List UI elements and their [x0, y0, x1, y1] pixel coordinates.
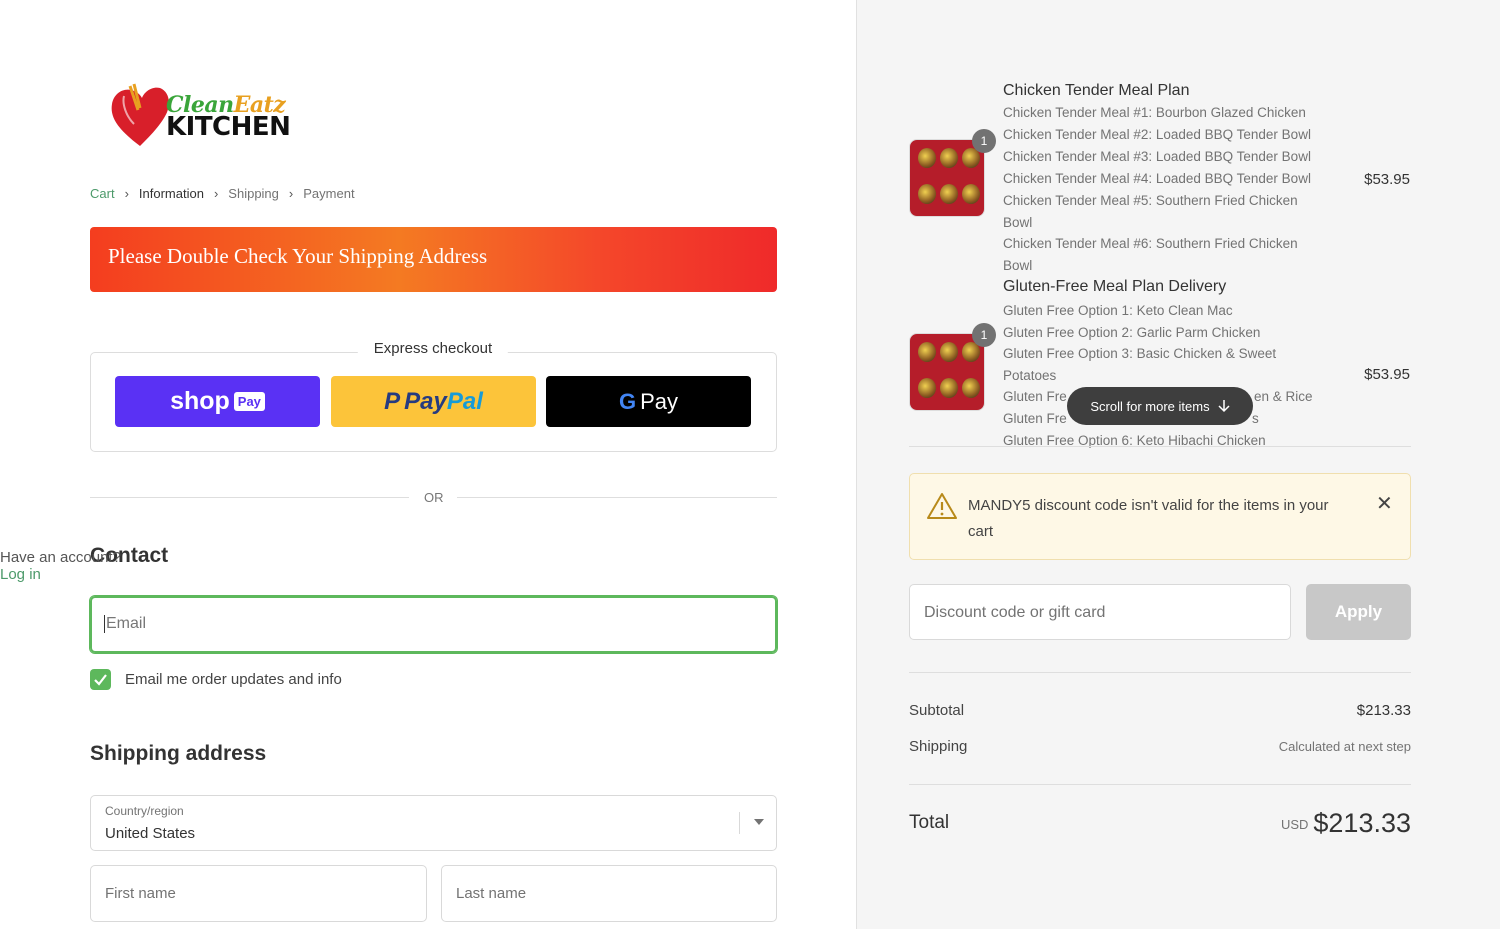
logo-text-bottom: KITCHEN: [166, 112, 291, 142]
divider: [909, 446, 1411, 447]
cart-item-option: s: [1252, 411, 1259, 426]
paypal-label-1: Pay: [404, 387, 447, 415]
email-placeholder: Email: [106, 615, 147, 633]
cart-item-option: Chicken Tender Meal #4: Loaded BBQ Tende…: [1003, 171, 1311, 186]
store-logo[interactable]: CleanEatz KITCHEN: [108, 80, 308, 152]
paypal-button[interactable]: P Pay Pal: [331, 376, 536, 427]
discount-error-alert: MANDY5 discount code isn't valid for the…: [909, 473, 1411, 560]
google-g-icon: G: [618, 388, 637, 414]
divider: [909, 784, 1411, 785]
google-pay-button[interactable]: G Pay: [546, 376, 751, 427]
chevron-right-icon: ›: [124, 186, 129, 201]
cart-item-option: Chicken Tender Meal #2: Loaded BBQ Tende…: [1003, 127, 1311, 142]
shop-pay-button[interactable]: shop Pay: [115, 376, 320, 427]
cart-item-option: Gluten Free Option 1: Keto Clean Mac: [1003, 303, 1233, 318]
total-value: $213.33: [1313, 808, 1411, 838]
cart-item-title: Gluten-Free Meal Plan Delivery: [1003, 278, 1227, 295]
apply-discount-button[interactable]: Apply: [1306, 584, 1411, 640]
cart-item-price: $53.95: [1364, 171, 1410, 188]
paypal-label-2: Pal: [446, 387, 483, 415]
subtotal-value: $213.33: [1356, 702, 1411, 719]
country-label: Country/region: [105, 804, 184, 818]
breadcrumb: Cart › Information › Shipping › Payment: [90, 186, 355, 201]
divider: [909, 672, 1411, 673]
cart-item-option: en & Rice: [1254, 389, 1313, 404]
discount-code-input[interactable]: Discount code or gift card: [909, 584, 1291, 640]
paypal-p-icon: P: [384, 387, 401, 415]
checkout-main: CleanEatz KITCHEN Cart › Information › S…: [0, 0, 856, 929]
warning-icon: [927, 493, 957, 519]
country-value: United States: [105, 825, 196, 842]
express-checkout-title: Express checkout: [357, 340, 509, 357]
checkmark-icon: [94, 674, 107, 686]
cart-item-option: Chicken Tender Meal #6: Southern Fried C…: [1003, 236, 1298, 273]
shipping-warning-banner: Please Double Check Your Shipping Addres…: [90, 227, 777, 292]
text-caret: [104, 615, 105, 633]
divider-left: [90, 497, 409, 498]
chevron-right-icon: ›: [213, 186, 219, 201]
country-select[interactable]: Country/region United States: [90, 795, 777, 851]
chevron-down-icon: [754, 819, 764, 825]
breadcrumb-payment: Payment: [303, 186, 355, 201]
arrow-down-icon: [1218, 400, 1230, 413]
chevron-right-icon: ›: [288, 186, 294, 201]
product-image: [909, 139, 985, 217]
breadcrumb-shipping: Shipping: [228, 186, 279, 201]
subtotal-label: Subtotal: [909, 702, 965, 719]
first-name-input[interactable]: First name: [90, 865, 427, 922]
alert-message: MANDY5 discount code isn't valid for the…: [968, 497, 1329, 540]
quantity-badge: 1: [972, 323, 996, 347]
cart-item-option: Gluten Free Option 3: Basic Chicken & Sw…: [1003, 346, 1277, 383]
product-image: [909, 333, 985, 411]
shipping-address-heading: Shipping address: [90, 742, 267, 765]
shipping-label: Shipping: [909, 738, 968, 755]
login-link[interactable]: Log in: [0, 566, 41, 583]
heart-logo-icon: [111, 83, 169, 146]
breadcrumb-cart[interactable]: Cart: [90, 186, 115, 201]
cart-item-option: Gluten Free Option 6: Keto Hibachi Chick…: [1003, 433, 1266, 448]
breadcrumb-information: Information: [138, 186, 204, 201]
shop-pay-label: shop: [170, 387, 230, 415]
scroll-hint-label: Scroll for more items: [1090, 398, 1210, 414]
close-icon[interactable]: ✕: [1376, 491, 1393, 516]
last-name-input[interactable]: Last name: [441, 865, 777, 922]
shipping-value: Calculated at next step: [1278, 739, 1411, 754]
cart-item-option: Gluten Free Option 2: Garlic Parm Chicke…: [1003, 325, 1261, 340]
shop-pay-tag: Pay: [233, 392, 265, 411]
currency-code: USD: [1281, 817, 1309, 832]
divider-right: [457, 497, 777, 498]
select-divider: [739, 812, 740, 834]
google-pay-label: Pay: [640, 388, 679, 414]
newsletter-label[interactable]: Email me order updates and info: [125, 671, 342, 688]
scroll-more-items-button[interactable]: Scroll for more items: [1067, 387, 1253, 425]
newsletter-checkbox[interactable]: [90, 669, 111, 690]
cart-item-option: Chicken Tender Meal #1: Bourbon Glazed C…: [1003, 105, 1306, 120]
account-prompt-text: Have an account?: [0, 549, 121, 566]
total-label: Total: [909, 812, 950, 833]
email-input[interactable]: Email: [90, 596, 777, 653]
cart-item-option: Chicken Tender Meal #3: Loaded BBQ Tende…: [1003, 149, 1311, 164]
cart-item-price: $53.95: [1364, 366, 1410, 383]
cart-item-title: Chicken Tender Meal Plan: [1003, 82, 1190, 99]
account-prompt: Have an account? Log in: [0, 549, 133, 583]
cart-item-option: Chicken Tender Meal #5: Southern Fried C…: [1003, 193, 1298, 230]
or-divider-text: OR: [424, 490, 444, 505]
quantity-badge: 1: [972, 129, 996, 153]
